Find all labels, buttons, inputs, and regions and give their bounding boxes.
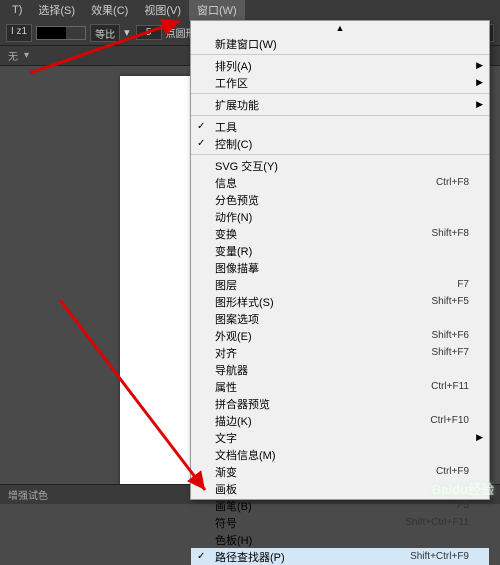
menu-item-2[interactable]: 排列(A) ▶	[191, 57, 489, 74]
submenu-arrow-icon: ▶	[476, 432, 483, 443]
menu-item-label: 扩展功能	[215, 97, 259, 113]
points-field[interactable]: 5	[136, 25, 162, 40]
menubar-select[interactable]: 选择(S)	[30, 0, 83, 20]
menu-item-label: 导航器	[215, 362, 248, 378]
menu-item-label: 文档信息(M)	[215, 447, 276, 463]
menu-item-27[interactable]: 文档信息(M)	[191, 446, 489, 463]
menu-shortcut: Ctrl+F8	[436, 177, 469, 188]
menu-item-10[interactable]: SVG 交互(Y)	[191, 157, 489, 174]
menu-item-label: 图层	[215, 277, 237, 293]
menu-item-32[interactable]: 色板(H)	[191, 531, 489, 548]
menu-item-label: 控制(C)	[215, 136, 252, 152]
menu-item-label: 新建窗口(W)	[215, 36, 277, 52]
check-icon: ✓	[197, 138, 205, 149]
menu-item-3[interactable]: 工作区 ▶	[191, 74, 489, 91]
menu-item-14[interactable]: 变换 Shift+F8	[191, 225, 489, 242]
menu-item-label: 描边(K)	[215, 413, 252, 429]
menu-shortcut: Ctrl+F11	[431, 381, 469, 392]
menu-item-0[interactable]: 新建窗口(W)	[191, 35, 489, 52]
menu-item-label: 色板(H)	[215, 532, 252, 548]
menu-item-label: 图像描摹	[215, 260, 259, 276]
menubar-window[interactable]: 窗口(W)	[189, 0, 245, 20]
menu-shortcut: Shift+Ctrl+F9	[410, 551, 469, 562]
menu-item-label: 路径查找器(P)	[215, 549, 285, 565]
menu-shortcut: Shift+F7	[431, 347, 469, 358]
menu-item-17[interactable]: 图层 F7	[191, 276, 489, 293]
window-menu: ▲ 新建窗口(W) 排列(A) ▶ 工作区 ▶ 扩展功能 ▶ ✓ 工具 ✓ 控制(C) SVG 交互(…	[190, 20, 490, 500]
menu-item-12[interactable]: 分色预览	[191, 191, 489, 208]
ratio-select[interactable]: 等比	[90, 24, 120, 42]
menu-item-33[interactable]: ✓ 路径查找器(P) Shift+Ctrl+F9	[191, 548, 489, 565]
menu-item-label: 拼合器预览	[215, 396, 270, 412]
menu-item-label: 图案选项	[215, 311, 259, 327]
menubar-effect[interactable]: 效果(C)	[83, 0, 136, 20]
menu-item-16[interactable]: 图像描摹	[191, 259, 489, 276]
menu-item-15[interactable]: 变量(R)	[191, 242, 489, 259]
menu-item-5[interactable]: 扩展功能 ▶	[191, 96, 489, 113]
menu-item-25[interactable]: 描边(K) Ctrl+F10	[191, 412, 489, 429]
menu-item-label: 画板	[215, 481, 237, 497]
menu-item-label: 属性	[215, 379, 237, 395]
menu-item-18[interactable]: 图形样式(S) Shift+F5	[191, 293, 489, 310]
menu-item-13[interactable]: 动作(N)	[191, 208, 489, 225]
menu-shortcut: Ctrl+F9	[436, 466, 469, 477]
menu-separator	[191, 154, 489, 155]
menu-item-label: 对齐	[215, 345, 237, 361]
menu-item-23[interactable]: 属性 Ctrl+F11	[191, 378, 489, 395]
menubar: T) 选择(S) 效果(C) 视图(V) 窗口(W)	[0, 0, 500, 20]
menu-separator	[191, 115, 489, 116]
submenu-arrow-icon: ▶	[476, 99, 483, 110]
menu-item-29[interactable]: 画板	[191, 480, 489, 497]
menu-item-11[interactable]: 信息 Ctrl+F8	[191, 174, 489, 191]
chevron-down-icon[interactable]: ▾	[24, 50, 29, 61]
menu-item-label: 符号	[215, 515, 237, 531]
menu-item-19[interactable]: 图案选项	[191, 310, 489, 327]
menu-item-label: 排列(A)	[215, 58, 252, 74]
menubar-view[interactable]: 视图(V)	[136, 0, 189, 20]
menu-item-label: 渐变	[215, 464, 237, 480]
check-icon: ✓	[197, 551, 205, 562]
menu-item-30[interactable]: 画笔(B) F5	[191, 497, 489, 514]
menu-item-label: 画笔(B)	[215, 498, 252, 514]
menu-shortcut: Shift+F5	[431, 296, 469, 307]
menu-item-26[interactable]: 文字 ▶	[191, 429, 489, 446]
submenu-arrow-icon: ▶	[476, 60, 483, 71]
menubar-t[interactable]: T)	[4, 2, 30, 18]
menu-item-22[interactable]: 导航器	[191, 361, 489, 378]
menu-item-8[interactable]: ✓ 控制(C)	[191, 135, 489, 152]
menu-item-label: SVG 交互(Y)	[215, 158, 278, 174]
menu-shortcut: Shift+Ctrl+F11	[405, 517, 469, 528]
menu-item-28[interactable]: 渐变 Ctrl+F9	[191, 463, 489, 480]
menu-shortcut: Ctrl+F10	[430, 415, 469, 426]
menu-item-21[interactable]: 对齐 Shift+F7	[191, 344, 489, 361]
statusbar-label: 增强试色	[8, 487, 48, 502]
menu-item-7[interactable]: ✓ 工具	[191, 118, 489, 135]
scroll-up-arrow[interactable]: ▲	[191, 21, 489, 35]
menu-separator	[191, 54, 489, 55]
menu-item-label: 变量(R)	[215, 243, 252, 259]
menu-item-label: 工作区	[215, 75, 248, 91]
menu-shortcut: F5	[457, 500, 469, 511]
menu-item-label: 变换	[215, 226, 237, 242]
menu-item-label: 工具	[215, 119, 237, 135]
menu-item-label: 分色预览	[215, 192, 259, 208]
menu-shortcut: Shift+F8	[431, 228, 469, 239]
stroke-preview[interactable]	[36, 26, 86, 40]
menu-item-label: 信息	[215, 175, 237, 191]
chevron-down-icon[interactable]: ▾	[124, 26, 130, 39]
menu-item-20[interactable]: 外观(E) Shift+F6	[191, 327, 489, 344]
menu-item-31[interactable]: 符号 Shift+Ctrl+F11	[191, 514, 489, 531]
menu-item-label: 文字	[215, 430, 237, 446]
menu-shortcut: F7	[457, 279, 469, 290]
menu-item-24[interactable]: 拼合器预览	[191, 395, 489, 412]
check-icon: ✓	[197, 121, 205, 132]
menu-item-label: 图形样式(S)	[215, 294, 274, 310]
menu-item-label: 动作(N)	[215, 209, 252, 225]
menu-item-label: 外观(E)	[215, 328, 252, 344]
subbar-label: 无	[8, 48, 18, 63]
menu-separator	[191, 93, 489, 94]
submenu-arrow-icon: ▶	[476, 77, 483, 88]
zoom-select[interactable]: I z1	[6, 24, 32, 42]
menu-shortcut: Shift+F6	[431, 330, 469, 341]
